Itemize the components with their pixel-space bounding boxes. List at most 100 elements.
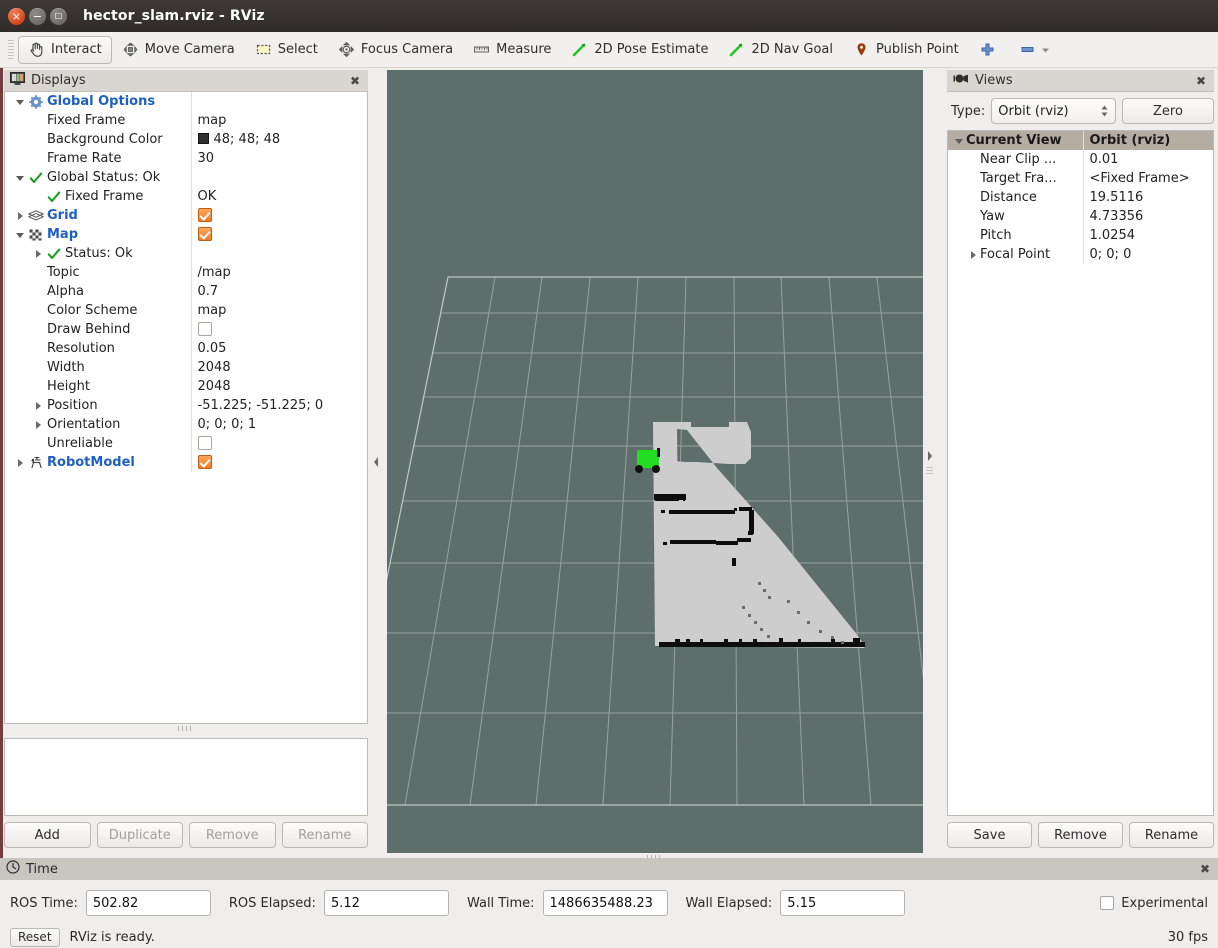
- reset-button[interactable]: Reset: [10, 927, 60, 947]
- displays-tree-row[interactable]: Alpha 0.7: [5, 282, 367, 301]
- displays-row-value-cell[interactable]: 48; 48; 48: [191, 130, 367, 149]
- views-tree-row[interactable]: Near Clip ... 0.01: [948, 150, 1213, 169]
- views-panel-close-button[interactable]: ✖: [1194, 74, 1208, 88]
- displays-tree-row[interactable]: Position -51.225; -51.225; 0: [5, 396, 367, 415]
- tool-publish-point[interactable]: Publish Point: [843, 36, 969, 64]
- displays-tree-row[interactable]: Map: [5, 225, 367, 244]
- right-panel-collapse-handle[interactable]: [925, 70, 934, 853]
- remove-display-button[interactable]: Remove: [189, 822, 276, 848]
- displays-tree-row[interactable]: Status: Ok: [5, 244, 367, 263]
- window-minimize-button[interactable]: −: [29, 7, 46, 25]
- tool-focus-camera[interactable]: Focus Camera: [328, 36, 463, 64]
- displays-row-value-cell[interactable]: [191, 225, 367, 244]
- experimental-toggle[interactable]: Experimental: [1100, 896, 1208, 911]
- expand-arrow-right-icon[interactable]: [13, 206, 27, 225]
- displays-row-value-cell[interactable]: 0.7: [191, 282, 367, 301]
- views-tree-row[interactable]: Yaw 4.73356: [948, 207, 1213, 226]
- views-tree-row[interactable]: Pitch 1.0254: [948, 226, 1213, 245]
- displays-row-value-cell[interactable]: 30: [191, 149, 367, 168]
- window-maximize-button[interactable]: □: [50, 7, 67, 25]
- toolbar-drag-handle[interactable]: [6, 39, 16, 60]
- tool-measure[interactable]: Measure: [463, 36, 561, 64]
- rename-view-button[interactable]: Rename: [1129, 822, 1214, 848]
- displays-row-value-cell[interactable]: 2048: [191, 377, 367, 396]
- display-enabled-checkbox[interactable]: [197, 226, 212, 241]
- displays-row-value-cell[interactable]: [191, 206, 367, 225]
- views-tree[interactable]: Current View Orbit (rviz) Near Clip ... 0.0…: [947, 130, 1214, 816]
- displays-row-value-cell[interactable]: [191, 434, 367, 453]
- displays-tree-row[interactable]: Frame Rate 30: [5, 149, 367, 168]
- display-enabled-checkbox[interactable]: [197, 207, 212, 222]
- render-viewport-3d[interactable]: [387, 70, 923, 853]
- displays-tree[interactable]: Global Options Fixed Frame map Background C…: [4, 92, 368, 724]
- save-view-button[interactable]: Save: [947, 822, 1032, 848]
- displays-tree-row[interactable]: Draw Behind: [5, 320, 367, 339]
- displays-row-value-cell[interactable]: 2048: [191, 358, 367, 377]
- displays-tree-row[interactable]: Resolution 0.05: [5, 339, 367, 358]
- add-display-button[interactable]: Add: [4, 822, 91, 848]
- tool-move-camera[interactable]: Move Camera: [112, 36, 245, 64]
- ros-time-input[interactable]: 502.82: [85, 890, 211, 916]
- displays-tree-row[interactable]: Unreliable: [5, 434, 367, 453]
- wall-elapsed-input[interactable]: 5.15: [780, 890, 906, 916]
- displays-splitter[interactable]: [4, 724, 368, 732]
- displays-tree-row[interactable]: Background Color 48; 48; 48: [5, 130, 367, 149]
- displays-row-value-cell[interactable]: [191, 244, 367, 263]
- tool-select[interactable]: Select: [245, 36, 328, 64]
- displays-row-value-cell[interactable]: map: [191, 301, 367, 320]
- expand-arrow-right-icon[interactable]: [31, 415, 45, 434]
- displays-row-value-cell[interactable]: [191, 453, 367, 472]
- views-row-value-cell[interactable]: 19.5116: [1083, 188, 1213, 207]
- expand-arrow-right-icon[interactable]: [966, 245, 980, 264]
- wall-time-input[interactable]: 1486635488.23: [542, 890, 668, 916]
- views-row-value-cell[interactable]: 0.01: [1083, 150, 1213, 169]
- views-row-value-cell[interactable]: 4.73356: [1083, 207, 1213, 226]
- expand-arrow-down-icon[interactable]: [13, 168, 27, 187]
- displays-tree-row[interactable]: Height 2048: [5, 377, 367, 396]
- displays-row-value-cell[interactable]: /map: [191, 263, 367, 282]
- view-type-select[interactable]: Orbit (rviz): [991, 98, 1116, 124]
- displays-tree-row[interactable]: Topic/map: [5, 263, 367, 282]
- display-option-checkbox[interactable]: [197, 435, 212, 450]
- displays-tree-row[interactable]: Grid: [5, 206, 367, 225]
- displays-tree-row[interactable]: Fixed Frame OK: [5, 187, 367, 206]
- tool-add[interactable]: [969, 36, 1012, 64]
- window-close-button[interactable]: ×: [8, 7, 25, 25]
- experimental-checkbox[interactable]: [1100, 896, 1115, 910]
- remove-view-button[interactable]: Remove: [1038, 822, 1123, 848]
- displays-row-value-cell[interactable]: [191, 92, 367, 111]
- displays-tree-row[interactable]: Global Status: Ok: [5, 168, 367, 187]
- ros-elapsed-input[interactable]: 5.12: [323, 890, 449, 916]
- displays-row-value-cell[interactable]: OK: [191, 187, 367, 206]
- displays-tree-row[interactable]: Width 2048: [5, 358, 367, 377]
- display-enabled-checkbox[interactable]: [197, 454, 212, 469]
- displays-row-value-cell[interactable]: [191, 320, 367, 339]
- displays-tree-row[interactable]: Global Options: [5, 92, 367, 111]
- tool-remove[interactable]: [1012, 36, 1062, 64]
- displays-row-value-cell[interactable]: [191, 168, 367, 187]
- displays-row-value-cell[interactable]: 0.05: [191, 339, 367, 358]
- displays-tree-row[interactable]: Fixed Frame map: [5, 111, 367, 130]
- views-row-value-cell[interactable]: 0; 0; 0: [1083, 245, 1213, 264]
- expand-arrow-down-icon[interactable]: [13, 92, 27, 111]
- views-row-value-cell[interactable]: 1.0254: [1083, 226, 1213, 245]
- expand-arrow-down-icon[interactable]: [13, 225, 27, 244]
- expand-arrow-right-icon[interactable]: [13, 453, 27, 472]
- views-tree-header-row[interactable]: Current View Orbit (rviz): [948, 131, 1213, 150]
- views-tree-row[interactable]: Target Fra... <Fixed Frame>: [948, 169, 1213, 188]
- displays-row-value-cell[interactable]: 0; 0; 0; 1: [191, 415, 367, 434]
- display-option-checkbox[interactable]: [197, 321, 212, 336]
- duplicate-display-button[interactable]: Duplicate: [96, 822, 183, 848]
- displays-panel-close-button[interactable]: ✖: [348, 74, 362, 88]
- views-tree-row[interactable]: Focal Point 0; 0; 0: [948, 245, 1213, 264]
- views-row-value-cell[interactable]: <Fixed Frame>: [1083, 169, 1213, 188]
- time-panel-close-button[interactable]: ✖: [1198, 862, 1212, 876]
- displays-tree-row[interactable]: Color Scheme map: [5, 301, 367, 320]
- chevron-down-icon[interactable]: [1040, 41, 1051, 58]
- displays-row-value-cell[interactable]: map: [191, 111, 367, 130]
- expand-arrow-down-icon[interactable]: [952, 131, 966, 150]
- displays-row-value-cell[interactable]: -51.225; -51.225; 0: [191, 396, 367, 415]
- expand-arrow-right-icon[interactable]: [31, 396, 45, 415]
- spinner-arrows-icon[interactable]: [1100, 104, 1109, 118]
- tool-2d-nav-goal[interactable]: 2D Nav Goal: [718, 36, 843, 64]
